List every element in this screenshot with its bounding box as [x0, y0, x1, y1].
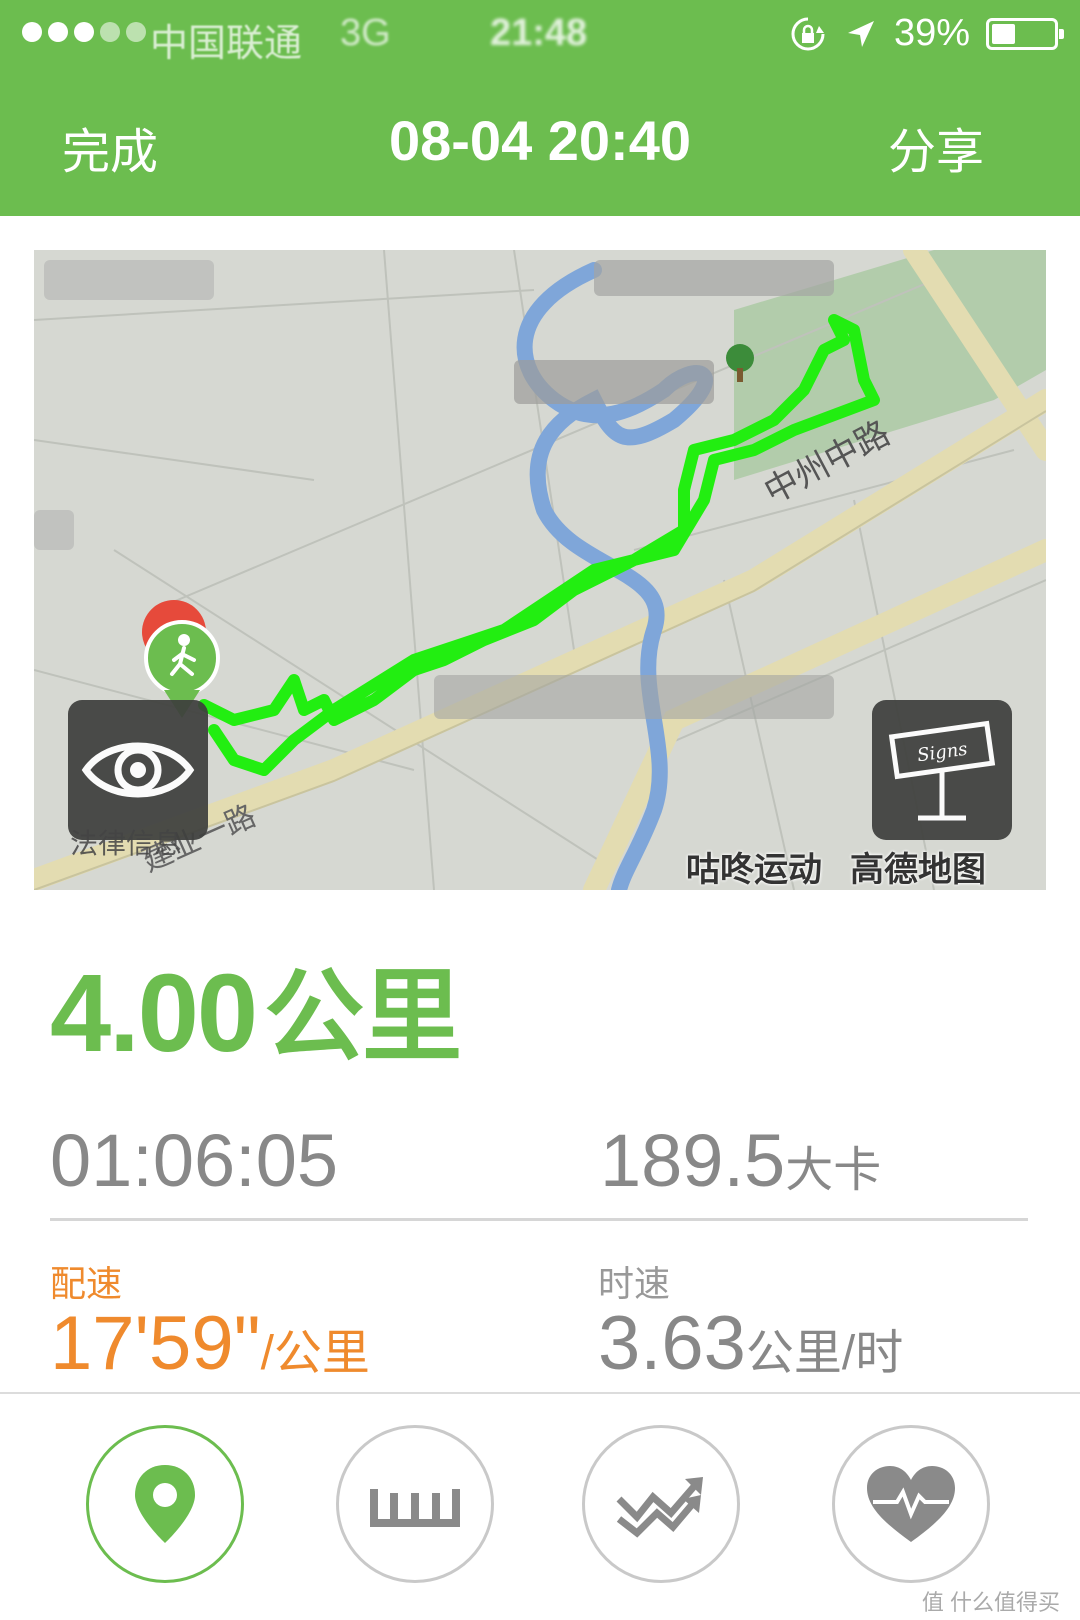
location-arrow-icon: [847, 20, 874, 47]
legal-info-link[interactable]: 法律信息: [70, 822, 182, 862]
sign-text: Signs: [916, 739, 969, 767]
location-pin-icon: [135, 1465, 195, 1543]
distance-unit: 公里: [264, 961, 462, 1073]
tabs-divider: [0, 1392, 1080, 1394]
carrier-name: 中国联通: [150, 23, 303, 65]
distance-display: 4.00公里: [50, 935, 462, 1080]
signboard-icon: Signs: [888, 720, 996, 821]
status-bar: 中国联通 3G 21:48 39%: [0, 0, 1080, 70]
signal-strength-icon: [22, 22, 146, 42]
pace-display: 17'59"/公里: [50, 1300, 370, 1387]
network-type: 3G: [340, 12, 391, 54]
duration-value: 01:06:05: [50, 1119, 339, 1202]
speed-display: 3.63公里/时: [598, 1300, 903, 1387]
battery-percent: 39%: [893, 12, 970, 54]
calories-value: 189.5: [600, 1119, 786, 1202]
battery-fill: [992, 23, 1015, 44]
tab-route-map[interactable]: [86, 1425, 244, 1583]
eye-icon: [81, 742, 195, 798]
stats-divider: [50, 1218, 1028, 1221]
tab-pace-chart[interactable]: [582, 1425, 740, 1583]
speed-unit: 公里/时: [745, 1327, 904, 1380]
watermark-text: 值 什么值得买: [921, 1590, 1060, 1615]
route-map[interactable]: 中州中路 建业一路 Signs 法律信息 咕咚运动 高德地图: [34, 250, 1046, 890]
rotation-lock-icon: [791, 17, 825, 50]
tab-split-distance[interactable]: [336, 1425, 494, 1583]
credit-amap: 高德地图: [850, 851, 986, 889]
calories-unit: 大卡: [785, 1144, 882, 1197]
heart-rate-icon: [867, 1466, 955, 1542]
status-right: 39%: [788, 12, 1064, 55]
speed-value: 3.63: [598, 1301, 746, 1386]
distance-value: 4.00: [50, 952, 258, 1075]
pace-value: 17'59": [50, 1301, 261, 1386]
map-signs-button[interactable]: Signs: [872, 700, 1012, 840]
share-button[interactable]: 分享: [888, 112, 984, 182]
calories-display: 189.5大卡: [600, 1118, 881, 1203]
header-bar: 中国联通 3G 21:48 39% 完成 08-04 20:40 分享: [0, 0, 1080, 216]
tab-heart-rate[interactable]: [832, 1425, 990, 1583]
ruler-icon: [370, 1489, 460, 1527]
credit-codoon: 咕咚运动: [686, 851, 822, 889]
battery-icon: [986, 17, 1064, 50]
pace-unit: /公里: [260, 1327, 370, 1380]
trend-arrows-icon: [616, 1477, 703, 1538]
status-time: 21:48: [490, 12, 588, 54]
map-view-button[interactable]: [68, 700, 208, 840]
